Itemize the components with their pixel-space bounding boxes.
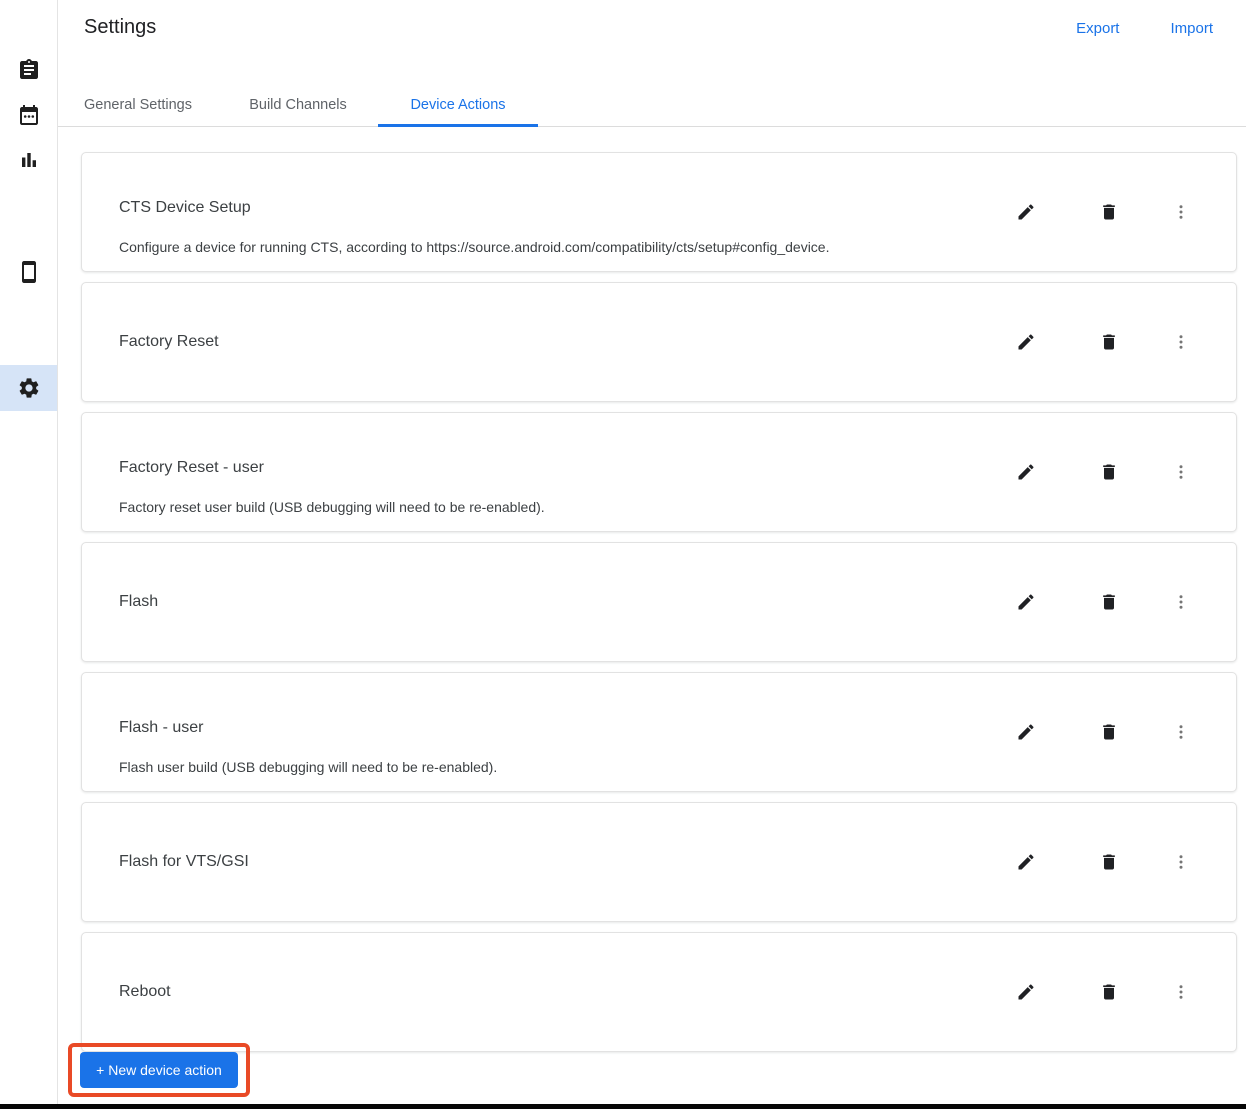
device-action-description: Flash user build (USB debugging will nee… [119, 759, 498, 775]
header-links: Export Import [1076, 20, 1213, 37]
tab-device-actions[interactable]: Device Actions [378, 84, 538, 127]
card-actions [1016, 852, 1191, 872]
more-vert-icon [1179, 465, 1183, 479]
sidebar-item-settings[interactable] [0, 365, 57, 411]
more-button[interactable] [1171, 592, 1191, 612]
tab-build-channels[interactable]: Build Channels [218, 84, 378, 126]
pencil-icon [1018, 204, 1034, 220]
device-action-title: Reboot [119, 983, 171, 1000]
device-action-list: CTS Device Setup Configure a device for … [81, 152, 1237, 1062]
card-actions [1016, 462, 1191, 482]
main-content: Settings Export Import General Settings … [58, 0, 1246, 1105]
device-action-card-reboot: Reboot [81, 932, 1237, 1052]
device-action-card-flash: Flash [81, 542, 1237, 662]
delete-button[interactable] [1099, 332, 1119, 352]
sidebar-item-tasks[interactable] [0, 47, 57, 93]
more-vert-icon [1179, 725, 1183, 739]
trash-icon [1103, 334, 1115, 350]
tab-bar: General Settings Build Channels Device A… [58, 84, 1246, 127]
more-button[interactable] [1171, 722, 1191, 742]
pencil-icon [1018, 724, 1034, 740]
edit-button[interactable] [1016, 982, 1036, 1002]
tab-general-settings[interactable]: General Settings [58, 84, 218, 126]
annotation-highlight-box: + New device action [68, 1043, 250, 1097]
sidebar [0, 0, 58, 1105]
more-button[interactable] [1171, 852, 1191, 872]
device-action-card-factory-reset-user: Factory Reset - user Factory reset user … [81, 412, 1237, 532]
delete-button[interactable] [1099, 462, 1119, 482]
card-actions [1016, 722, 1191, 742]
device-action-card-factory-reset: Factory Reset [81, 282, 1237, 402]
pencil-icon [1018, 984, 1034, 1000]
more-vert-icon [1179, 985, 1183, 999]
smartphone-icon [21, 261, 36, 283]
more-vert-icon [1179, 335, 1183, 349]
more-button[interactable] [1171, 332, 1191, 352]
gear-icon [19, 378, 38, 398]
card-actions [1016, 332, 1191, 352]
bottom-divider [0, 1104, 1246, 1109]
pencil-icon [1018, 594, 1034, 610]
edit-button[interactable] [1016, 852, 1036, 872]
delete-button[interactable] [1099, 722, 1119, 742]
trash-icon [1103, 594, 1115, 610]
more-button[interactable] [1171, 982, 1191, 1002]
edit-button[interactable] [1016, 722, 1036, 742]
device-action-description: Configure a device for running CTS, acco… [119, 239, 830, 255]
sidebar-item-stats[interactable] [0, 137, 57, 183]
edit-button[interactable] [1016, 462, 1036, 482]
pencil-icon [1018, 854, 1034, 870]
trash-icon [1103, 204, 1115, 220]
more-vert-icon [1179, 595, 1183, 609]
device-action-title: Factory Reset - user [119, 459, 264, 476]
calendar-icon [19, 105, 38, 125]
delete-button[interactable] [1099, 982, 1119, 1002]
delete-button[interactable] [1099, 202, 1119, 222]
trash-icon [1103, 464, 1115, 480]
more-vert-icon [1179, 205, 1183, 219]
import-link[interactable]: Import [1170, 20, 1213, 37]
more-vert-icon [1179, 855, 1183, 869]
card-actions [1016, 592, 1191, 612]
device-action-title: Flash [119, 593, 159, 610]
device-action-card-cts-device-setup: CTS Device Setup Configure a device for … [81, 152, 1237, 272]
more-button[interactable] [1171, 202, 1191, 222]
sidebar-item-calendar[interactable] [0, 92, 57, 138]
device-action-card-flash-user: Flash - user Flash user build (USB debug… [81, 672, 1237, 792]
trash-icon [1103, 984, 1115, 1000]
delete-button[interactable] [1099, 592, 1119, 612]
edit-button[interactable] [1016, 202, 1036, 222]
export-link[interactable]: Export [1076, 20, 1119, 37]
trash-icon [1103, 724, 1115, 740]
edit-button[interactable] [1016, 332, 1036, 352]
bar-chart-icon [21, 153, 36, 167]
card-actions [1016, 982, 1191, 1002]
more-button[interactable] [1171, 462, 1191, 482]
page-title: Settings [84, 16, 157, 38]
device-action-description: Factory reset user build (USB debugging … [119, 499, 545, 515]
trash-icon [1103, 854, 1115, 870]
sidebar-item-devices[interactable] [0, 249, 57, 295]
device-action-title: CTS Device Setup [119, 199, 251, 216]
pencil-icon [1018, 334, 1034, 350]
device-action-card-flash-vts-gsi: Flash for VTS/GSI [81, 802, 1237, 922]
device-action-title: Factory Reset [119, 333, 219, 350]
device-action-title: Flash - user [119, 719, 204, 736]
pencil-icon [1018, 464, 1034, 480]
device-action-title: Flash for VTS/GSI [119, 853, 249, 870]
clipboard-icon [19, 59, 38, 79]
delete-button[interactable] [1099, 852, 1119, 872]
card-actions [1016, 202, 1191, 222]
edit-button[interactable] [1016, 592, 1036, 612]
new-device-action-button[interactable]: + New device action [80, 1052, 238, 1088]
